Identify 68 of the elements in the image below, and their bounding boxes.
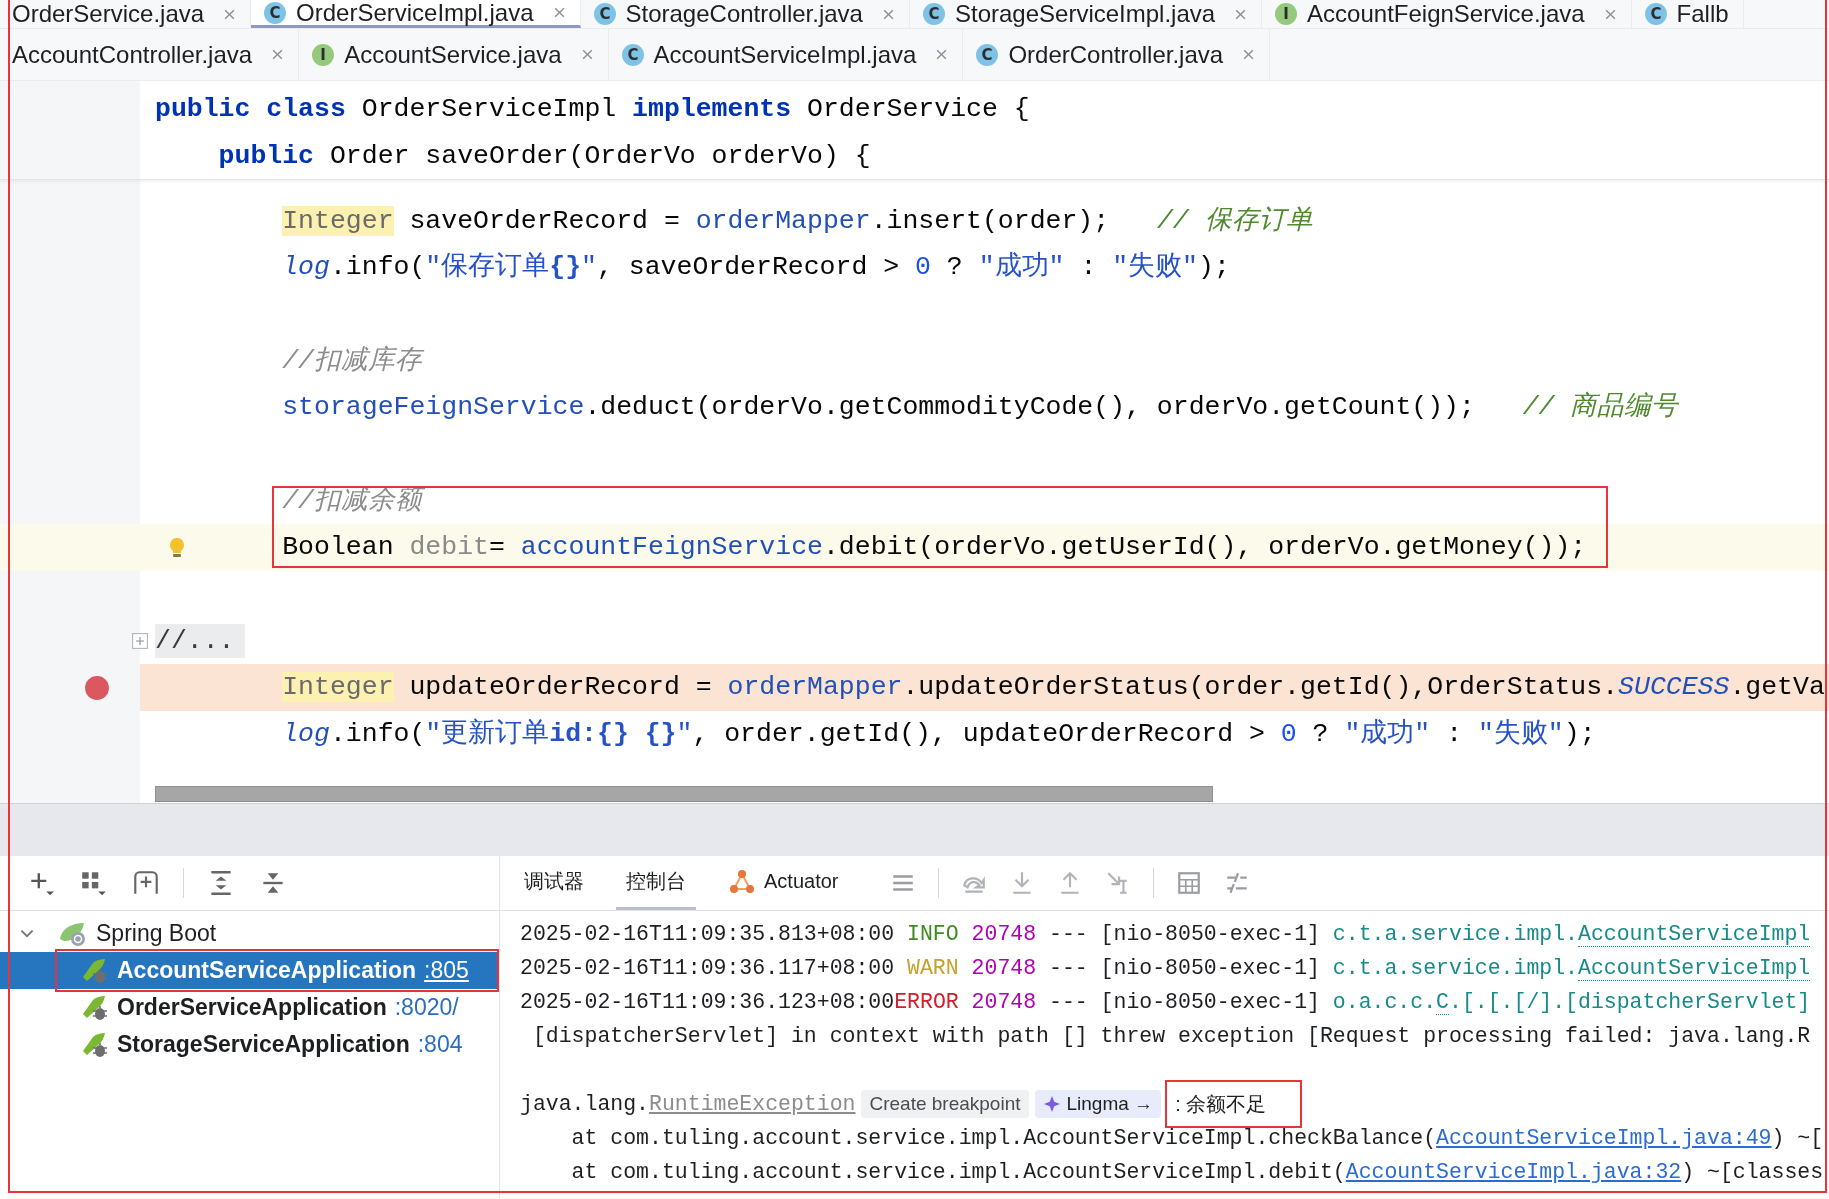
- console-tab[interactable]: Actuator: [718, 856, 849, 910]
- log-line: 2025-02-16T11:09:36.123+08:00ERROR 20748 --- [nio-8050-exec-1] o.a.c.c.C.[.[.[/].[dispatcherServlet]: [520, 990, 1811, 1014]
- file-type-icon: C: [1643, 2, 1668, 26]
- close-icon[interactable]: [1603, 7, 1617, 21]
- log-line: [dispatcherServlet] in context with path [] threw exception [Request processing failed: java.lang.R: [531, 1024, 1811, 1048]
- code-line: log.info("更新订单id:{} {}", order.getId(), updateOrderRecord > 0 ? "成功" : "失败");: [282, 717, 1596, 752]
- port-link[interactable]: :804: [417, 1031, 463, 1058]
- code-line: //扣减余额: [282, 484, 423, 518]
- close-icon[interactable]: [881, 7, 895, 21]
- tree-item[interactable]: AccountServiceApplication :805: [0, 952, 499, 989]
- file-type-icon: C: [620, 42, 645, 67]
- file-type-icon: C: [921, 2, 946, 26]
- file-tab[interactable]: C Fallb: [1631, 0, 1744, 28]
- tree-item[interactable]: StorageServiceApplication :804: [0, 1026, 499, 1063]
- file-tab[interactable]: C StorageController.java: [580, 0, 910, 28]
- exception-prefix: java.lang.: [520, 1092, 650, 1116]
- close-icon[interactable]: [271, 48, 285, 61]
- code-line: Integer updateOrderRecord = orderMapper.updateOrderStatus(order.getId(),OrderStatus.SUCCESS.getVa: [282, 671, 1825, 705]
- port-link[interactable]: :8020/: [394, 994, 459, 1021]
- source-link[interactable]: AccountServiceImpl.java:32: [1345, 1160, 1682, 1184]
- close-icon[interactable]: [552, 6, 566, 19]
- exception-message: : 余额不足: [1175, 1091, 1267, 1117]
- file-type-icon: C: [975, 42, 1000, 67]
- code-line: Boolean debit= accountFeignService.debit(orderVo.getUserId(), orderVo.getMoney());: [282, 531, 1587, 565]
- file-type-icon: I: [1274, 2, 1299, 26]
- console-tab[interactable]: 控制台: [616, 856, 696, 910]
- tree-item[interactable]: OrderServiceApplication :8020/: [0, 989, 499, 1026]
- code-line: public class OrderServiceImpl implements OrderService {: [155, 93, 1030, 127]
- lightbulb-icon[interactable]: [167, 535, 187, 560]
- close-icon[interactable]: [935, 48, 949, 61]
- tree-group-label[interactable]: Spring Boot: [96, 920, 217, 947]
- app-name: StorageServiceApplication: [117, 1031, 410, 1058]
- code-line: storageFeignService.deduct(orderVo.getCommodityCode(), orderVo.getCount()); // 商品编号: [282, 390, 1679, 425]
- file-tab[interactable]: C StorageServiceImpl.java: [909, 0, 1263, 28]
- code-line: //扣减库存: [282, 344, 423, 378]
- inline-action-button[interactable]: Create breakpoint: [861, 1090, 1029, 1118]
- close-icon[interactable]: [1242, 48, 1256, 61]
- stack-trace-line: at com.tuling.account.service.impl.AccountServiceImpl.debit(AccountServiceImpl.java:32) ~[classes: [570, 1160, 1824, 1184]
- file-tab[interactable]: C AccountServiceImpl.java: [608, 29, 964, 80]
- stack-trace-line: at com.tuling.account.service.impl.AccountServiceImpl.checkBalance(AccountServiceImpl.java:49) ~[: [570, 1126, 1824, 1150]
- console-tab[interactable]: 调试器: [514, 856, 594, 910]
- file-type-icon: C: [263, 0, 288, 25]
- file-type-icon: I: [311, 42, 336, 67]
- file-tab[interactable]: I AccountFeignService.java: [1262, 0, 1632, 28]
- close-icon[interactable]: [580, 48, 594, 61]
- breakpoint-icon[interactable]: [84, 674, 110, 701]
- app-name: OrderServiceApplication: [117, 994, 387, 1021]
- table-icon[interactable]: [1176, 870, 1203, 896]
- expand-icon[interactable]: [132, 632, 148, 649]
- sparkle-icon: [1042, 1095, 1061, 1113]
- file-tab[interactable]: C OrderController.java: [963, 29, 1271, 80]
- file-tab[interactable]: C OrderServiceImpl.java: [251, 0, 581, 28]
- code-line: log.info("保存订单{}", saveOrderRecord > 0 ? "成功" : "失败");: [282, 251, 1230, 285]
- close-icon[interactable]: [1234, 7, 1248, 21]
- port-link[interactable]: :805: [424, 957, 469, 984]
- nodes-icon: [728, 868, 756, 895]
- code-line: Integer saveOrderRecord = orderMapper.insert(order); // 保存订单: [282, 204, 1313, 238]
- horizontal-scrollbar[interactable]: [155, 786, 1213, 802]
- leaf-icon: [58, 920, 88, 947]
- inline-action-button[interactable]: Lingma →: [1034, 1090, 1162, 1118]
- file-type-icon: C: [592, 2, 617, 26]
- close-icon[interactable]: [223, 7, 237, 21]
- source-link[interactable]: AccountServiceImpl.java:49: [1436, 1126, 1772, 1150]
- code-line: public Order saveOrder(OrderVo orderVo) {: [218, 139, 871, 173]
- log-line: 2025-02-16T11:09:36.117+08:00 WARN 20748 --- [nio-8050-exec-1] c.t.a.service.impl.AccountServiceImpl: [520, 956, 1811, 980]
- app-name: AccountServiceApplication: [117, 957, 417, 984]
- file-tab[interactable]: I AccountService.java: [299, 29, 609, 80]
- log-line: 2025-02-16T11:09:35.813+08:00 INFO 20748 --- [nio-8050-exec-1] c.t.a.service.impl.AccountServiceImpl: [520, 922, 1811, 946]
